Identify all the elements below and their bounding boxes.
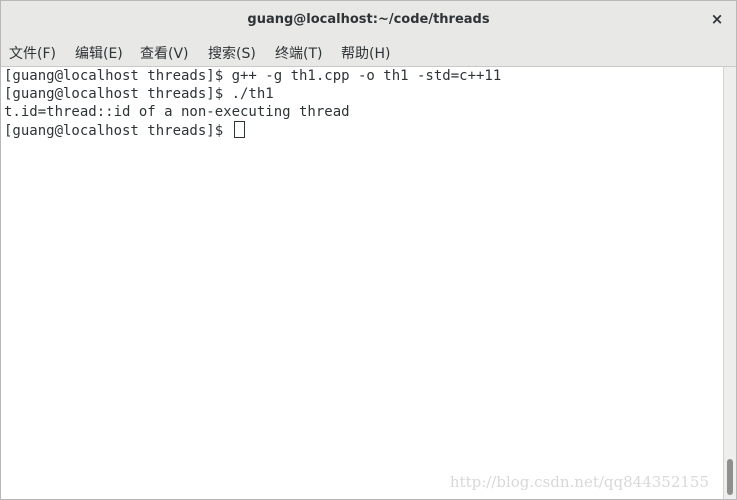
terminal-line: [guang@localhost threads]$ ./th1: [4, 86, 274, 102]
terminal-line: t.id=thread::id of a non-executing threa…: [4, 104, 350, 120]
menu-bar: 文件(F) 编辑(E) 查看(V) 搜索(S) 终端(T) 帮助(H): [1, 38, 736, 67]
menu-item-terminal[interactable]: 终端(T): [275, 43, 322, 63]
terminal-prompt-line: [guang@localhost threads]$: [4, 121, 245, 139]
terminal-output[interactable]: [guang@localhost threads]$ g++ -g th1.cp…: [1, 67, 723, 499]
vertical-scrollbar[interactable]: [723, 67, 736, 499]
menu-item-search[interactable]: 搜索(S): [208, 43, 256, 63]
window-title: guang@localhost:~/code/threads: [247, 12, 490, 27]
terminal-window: guang@localhost:~/code/threads × 文件(F) 编…: [0, 0, 737, 500]
scrollbar-thumb[interactable]: [727, 459, 733, 495]
terminal-line: [guang@localhost threads]$ g++ -g th1.cp…: [4, 68, 502, 84]
watermark: http://blog.csdn.net/qq844352155: [449, 473, 709, 491]
menu-item-file[interactable]: 文件(F): [9, 43, 56, 63]
menu-item-help[interactable]: 帮助(H): [341, 43, 390, 63]
close-icon: ×: [710, 10, 724, 28]
block-cursor: [233, 121, 245, 138]
menu-item-view[interactable]: 查看(V): [140, 43, 189, 63]
menu-item-edit[interactable]: 编辑(E): [75, 43, 123, 63]
prompt-text: [guang@localhost threads]$: [4, 123, 232, 139]
title-bar[interactable]: guang@localhost:~/code/threads ×: [1, 1, 736, 38]
close-button[interactable]: ×: [708, 9, 726, 29]
